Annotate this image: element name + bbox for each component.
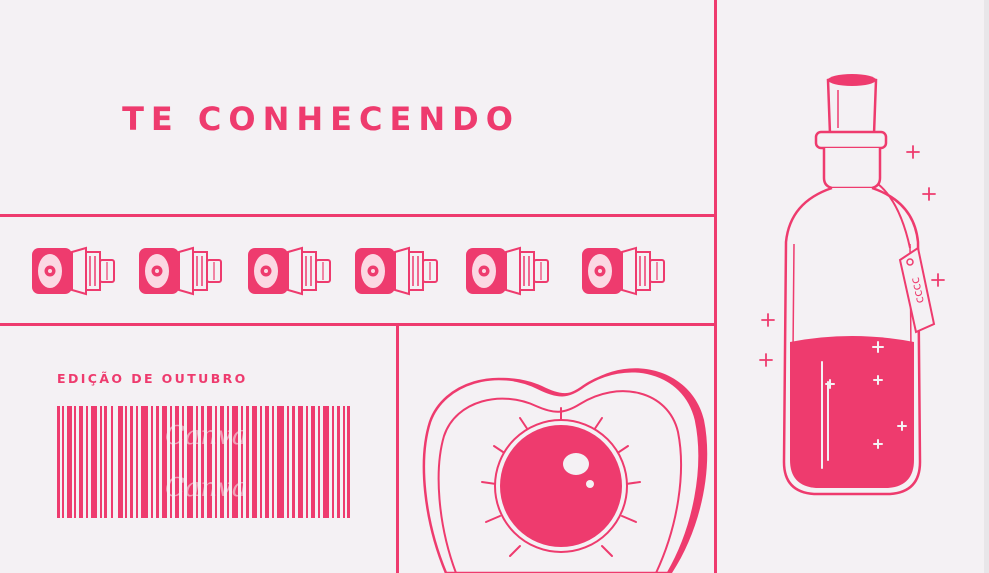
heart-eye-illustration: [422, 368, 708, 573]
divider-vertical-right: [714, 0, 717, 573]
potion-bottle-illustration: ɔɔɔɔ: [759, 74, 945, 496]
film-roll-icon: [462, 240, 554, 302]
film-roll-icon: [578, 240, 670, 302]
barcode-icon: Canva Canva: [57, 406, 350, 518]
divider-vertical-bottom: [396, 324, 399, 573]
edition-label: EDIÇÃO DE OUTUBRO: [57, 371, 248, 386]
watermark-text: Canva: [165, 473, 247, 503]
film-roll-icon: [28, 240, 120, 302]
film-roll-icon: [135, 240, 227, 302]
film-roll-icon: [244, 240, 336, 302]
right-edge-strip: [984, 0, 989, 573]
divider-horizontal-top: [0, 214, 716, 217]
poster-title: TE CONHECENDO: [122, 100, 520, 138]
poster: TE CONHECENDO EDIÇÃO DE OUTUBRO Canva Ca…: [0, 0, 989, 573]
film-roll-icon: [351, 240, 443, 302]
watermark-text: Canva: [165, 421, 247, 451]
divider-horizontal-middle: [0, 323, 716, 326]
film-roll-strip: [28, 240, 678, 302]
